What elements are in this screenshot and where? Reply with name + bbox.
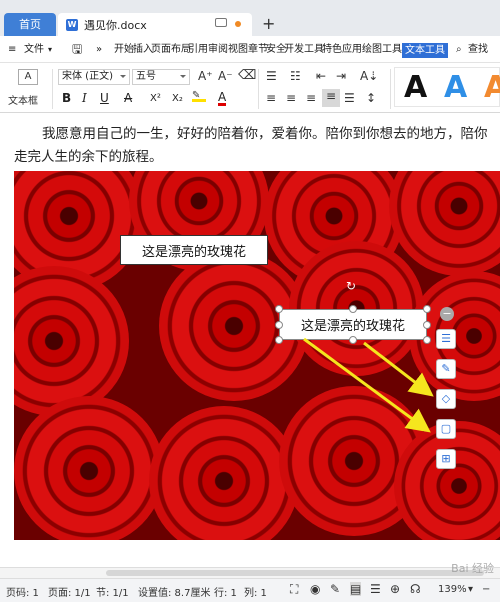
bold-button[interactable]: B (62, 91, 71, 105)
more-options-icon[interactable]: ⊞ (436, 449, 456, 469)
menu-bar: ≡ 文件 ▾ 🖫 » 开始 插入 页面布局 引用 审阅 视图 章节 安全 开发工… (0, 36, 500, 63)
divider (390, 69, 391, 109)
subscript-button[interactable]: X₂ (172, 93, 183, 104)
style-sample-orange[interactable]: A (484, 70, 500, 105)
scrollbar-thumb[interactable] (106, 570, 484, 576)
shape-style-icon[interactable]: ✎ (436, 359, 456, 379)
page-view-icon[interactable]: ▤ (350, 582, 362, 596)
distribute-icon[interactable]: ☰ (344, 91, 355, 105)
rose-photo[interactable]: 这是漂亮的玫瑰花 这是漂亮的玫瑰花 ↻ − ☰ ✎ ◇ ▢ ⊞ (14, 171, 500, 540)
underline-button[interactable]: U (100, 91, 109, 105)
fullscreen-icon[interactable]: ⛶ (290, 582, 298, 597)
body-paragraph[interactable]: 我愿意用自己的一生，好好的陪着你，爱着你。陪你到你想去的地方，陪你走完人生的余下… (14, 123, 500, 169)
menu-view[interactable]: 视图 (228, 36, 248, 63)
tab-bar: 首页 W 遇见你.docx + (0, 0, 500, 36)
menu-features[interactable]: 特色应用 (322, 36, 362, 63)
outline-view-icon[interactable]: ☰ (370, 582, 381, 596)
align-right-icon[interactable]: ≡ (306, 91, 316, 105)
chevron-down-icon[interactable]: ▾ (48, 36, 52, 63)
status-setting-value[interactable]: 设置值: 8.7厘米 (138, 584, 210, 599)
style-sample-label: A (484, 70, 500, 105)
layout-options-icon[interactable]: ☰ (436, 329, 456, 349)
strikethrough-button[interactable]: A (124, 91, 132, 105)
status-page-number[interactable]: 页码: 1 (6, 584, 39, 599)
document-page[interactable]: 我愿意用自己的一生，好好的陪着你，爱着你。陪你到你想去的地方，陪你走完人生的余下… (0, 113, 500, 567)
superscript-button[interactable]: X² (150, 93, 161, 104)
menu-chapter[interactable]: 章节 (248, 36, 268, 63)
search-icon[interactable]: ⌕ (456, 36, 462, 63)
menu-developer[interactable]: 开发工具 (284, 36, 324, 63)
textbox-icon[interactable]: A (18, 69, 38, 85)
font-name-select[interactable]: 宋体 (正文) (58, 69, 130, 85)
menu-search[interactable]: 查找 (468, 36, 488, 63)
font-size-select[interactable]: 五号 (132, 69, 190, 85)
bullet-list-icon[interactable]: ☰ (266, 69, 277, 83)
annotation-arrows (303, 337, 434, 433)
highlight-icon[interactable]: ✎ (192, 90, 206, 102)
web-view-icon[interactable]: ⊕ (390, 582, 400, 596)
new-tab-button[interactable]: + (262, 14, 275, 33)
tab-home[interactable]: 首页 (4, 13, 56, 36)
status-section[interactable]: 节: 1/1 (96, 584, 129, 599)
zoom-level[interactable]: 139% (438, 584, 467, 595)
menu-review[interactable]: 审阅 (208, 36, 228, 63)
shrink-font-button[interactable]: A⁻ (218, 69, 233, 83)
style-sample-blue[interactable]: A (444, 70, 467, 105)
style-sample-black[interactable]: A (404, 70, 427, 105)
fill-icon[interactable]: ◇ (436, 389, 456, 409)
eraser-icon[interactable]: ⌫ (238, 68, 256, 83)
style-sample-label: A (444, 70, 468, 105)
text-direction-icon[interactable]: A⇣ (360, 69, 378, 83)
status-row[interactable]: 行: 1 (214, 584, 237, 599)
italic-button[interactable]: I (82, 91, 87, 105)
document-tab-title: 遇见你.docx (84, 18, 147, 32)
status-bar: 页码: 1 页面: 1/1 节: 1/1 设置值: 8.7厘米 行: 1 列: … (0, 578, 500, 602)
hamburger-icon[interactable]: ≡ (8, 36, 16, 63)
status-column[interactable]: 列: 1 (244, 584, 267, 599)
line-spacing-icon[interactable]: ↕ (366, 91, 376, 105)
grow-font-button[interactable]: A⁺ (198, 69, 213, 83)
save-icon[interactable]: 🖫 (72, 36, 82, 63)
collapse-icon[interactable]: − (440, 307, 454, 321)
watermark-logo: Bai 经验 (451, 562, 494, 575)
justify-icon[interactable]: ≡ (322, 89, 340, 107)
textbox-label[interactable]: 文本框 (8, 92, 38, 107)
indent-icon[interactable]: ⇥ (336, 69, 346, 83)
menu-insert[interactable]: 插入 (133, 36, 153, 63)
divider (52, 69, 53, 109)
horizontal-scrollbar[interactable] (0, 567, 500, 578)
style-sample-label: A (404, 70, 428, 105)
menu-security[interactable]: 安全 (266, 36, 286, 63)
zoom-dropdown-icon[interactable]: ▾ (468, 584, 473, 595)
menu-home[interactable]: 开始 (114, 36, 134, 63)
menu-drawing-tools[interactable]: 绘图工具 (362, 36, 402, 63)
divider (258, 69, 259, 109)
align-center-icon[interactable]: ≡ (286, 91, 296, 105)
read-mode-icon[interactable]: ☊ (410, 582, 421, 596)
align-left-icon[interactable]: ≡ (266, 91, 276, 105)
menu-references[interactable]: 引用 (188, 36, 208, 63)
eye-icon[interactable]: ◉ (310, 582, 320, 596)
double-chevron-icon[interactable]: » (96, 36, 102, 63)
unsaved-dot-icon (235, 21, 241, 27)
numbered-list-icon[interactable]: ☷ (290, 69, 301, 83)
pen-icon[interactable]: ✎ (330, 582, 340, 596)
font-color-button[interactable]: A (218, 91, 227, 106)
outdent-icon[interactable]: ⇤ (316, 69, 326, 83)
status-pages[interactable]: 页面: 1/1 (48, 584, 91, 599)
menu-text-tools[interactable]: 文本工具 (402, 43, 448, 58)
outline-icon[interactable]: ▢ (436, 419, 456, 439)
monitor-icon[interactable] (215, 18, 227, 27)
menu-layout[interactable]: 页面布局 (151, 36, 191, 63)
zoom-out-icon[interactable]: − (482, 584, 490, 595)
word-doc-icon: W (66, 18, 78, 31)
menu-file[interactable]: 文件 (24, 36, 44, 63)
